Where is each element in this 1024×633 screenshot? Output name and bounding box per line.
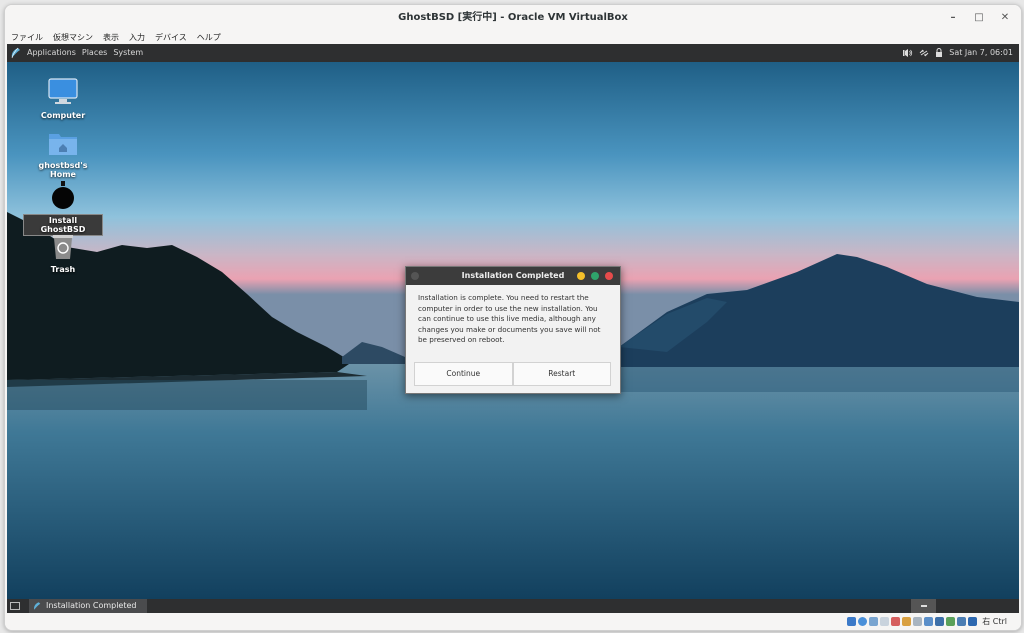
menu-input[interactable]: 入力 [129, 31, 145, 45]
workspace-switcher[interactable] [911, 599, 936, 613]
top-panel: Applications Places System Sat Jan 7, 06… [7, 44, 1019, 62]
desktop-icon-install[interactable]: Install GhostBSD [23, 180, 103, 236]
menu-machine[interactable]: 仮想マシン [53, 31, 93, 45]
dialog-message: Installation is complete. You need to re… [418, 293, 601, 345]
home-folder-icon [49, 134, 77, 155]
video-capture-icon[interactable] [924, 617, 934, 626]
panel-menu-places[interactable]: Places [82, 44, 107, 62]
show-desktop-icon[interactable] [10, 601, 20, 611]
menu-devices[interactable]: デバイス [155, 31, 187, 45]
desktop-icon-label: Trash [50, 265, 76, 274]
taskbar-item-label: Installation Completed [46, 601, 137, 610]
panel-menu-system[interactable]: System [113, 44, 143, 62]
taskbar-item[interactable]: Installation Completed [29, 599, 147, 613]
menu-view[interactable]: 表示 [103, 31, 119, 45]
usb-icon[interactable] [891, 617, 901, 626]
display-icon[interactable] [913, 617, 923, 626]
continue-button[interactable]: Continue [414, 362, 513, 386]
window-title: GhostBSD [実行中] - Oracle VM VirtualBox [398, 12, 628, 23]
close-dot-icon[interactable] [605, 272, 613, 280]
menu-file[interactable]: ファイル [11, 31, 43, 45]
guest-additions-icon[interactable] [946, 617, 956, 626]
guest-display[interactable]: Applications Places System Sat Jan 7, 06… [7, 44, 1019, 613]
close-button[interactable]: ✕ [999, 5, 1011, 31]
maximize-button[interactable]: □ [973, 5, 985, 31]
ghostbsd-logo-icon[interactable] [9, 47, 21, 59]
shared-folders-icon[interactable] [902, 617, 912, 626]
dialog-titlebar[interactable]: Installation Completed [406, 267, 620, 285]
desktop-icon-home[interactable]: ghostbsd's Home [23, 130, 103, 180]
hdd-icon[interactable] [847, 617, 857, 626]
panel-menu-applications[interactable]: Applications [27, 44, 76, 62]
restart-button[interactable]: Restart [512, 362, 611, 386]
desktop-icon-computer[interactable]: Computer [23, 78, 103, 121]
install-icon [52, 181, 74, 209]
installation-completed-dialog: Installation Completed Installation is c… [405, 266, 621, 394]
panel-clock[interactable]: Sat Jan 7, 06:01 [949, 44, 1013, 62]
desktop-icon-label: Computer [40, 111, 86, 120]
network-icon[interactable] [919, 48, 929, 58]
trash-icon [53, 235, 73, 259]
mouse-integration-icon[interactable] [957, 617, 967, 626]
minimize-dot-icon[interactable] [577, 272, 585, 280]
host-key-label: 右 Ctrl [982, 617, 1007, 626]
dialog-menu-icon[interactable] [411, 272, 419, 280]
network-adapter-icon[interactable] [880, 617, 890, 626]
window-titlebar[interactable]: GhostBSD [実行中] - Oracle VM VirtualBox – … [5, 5, 1021, 31]
host-menubar: ファイル 仮想マシン 表示 入力 デバイス ヘルプ [5, 31, 1021, 45]
optical-drive-icon[interactable] [858, 617, 868, 626]
dialog-title: Installation Completed [461, 271, 565, 280]
keyboard-icon[interactable] [968, 617, 978, 626]
menu-help[interactable]: ヘルプ [197, 31, 221, 45]
minimize-button[interactable]: – [947, 5, 959, 31]
bottom-taskbar: Installation Completed [7, 599, 1019, 613]
virtualbox-window: GhostBSD [実行中] - Oracle VM VirtualBox – … [4, 4, 1022, 631]
volume-icon[interactable] [903, 48, 913, 58]
cpu-icon[interactable] [935, 617, 945, 626]
computer-icon [48, 78, 78, 104]
desktop-icon-label: ghostbsd's Home [38, 161, 88, 179]
audio-icon[interactable] [869, 617, 879, 626]
lock-icon[interactable] [935, 48, 943, 58]
maximize-dot-icon[interactable] [591, 272, 599, 280]
desktop-icon-trash[interactable]: Trash [23, 232, 103, 275]
vbox-statusbar: 右 Ctrl [5, 613, 1021, 630]
ghostbsd-logo-icon [34, 602, 41, 610]
